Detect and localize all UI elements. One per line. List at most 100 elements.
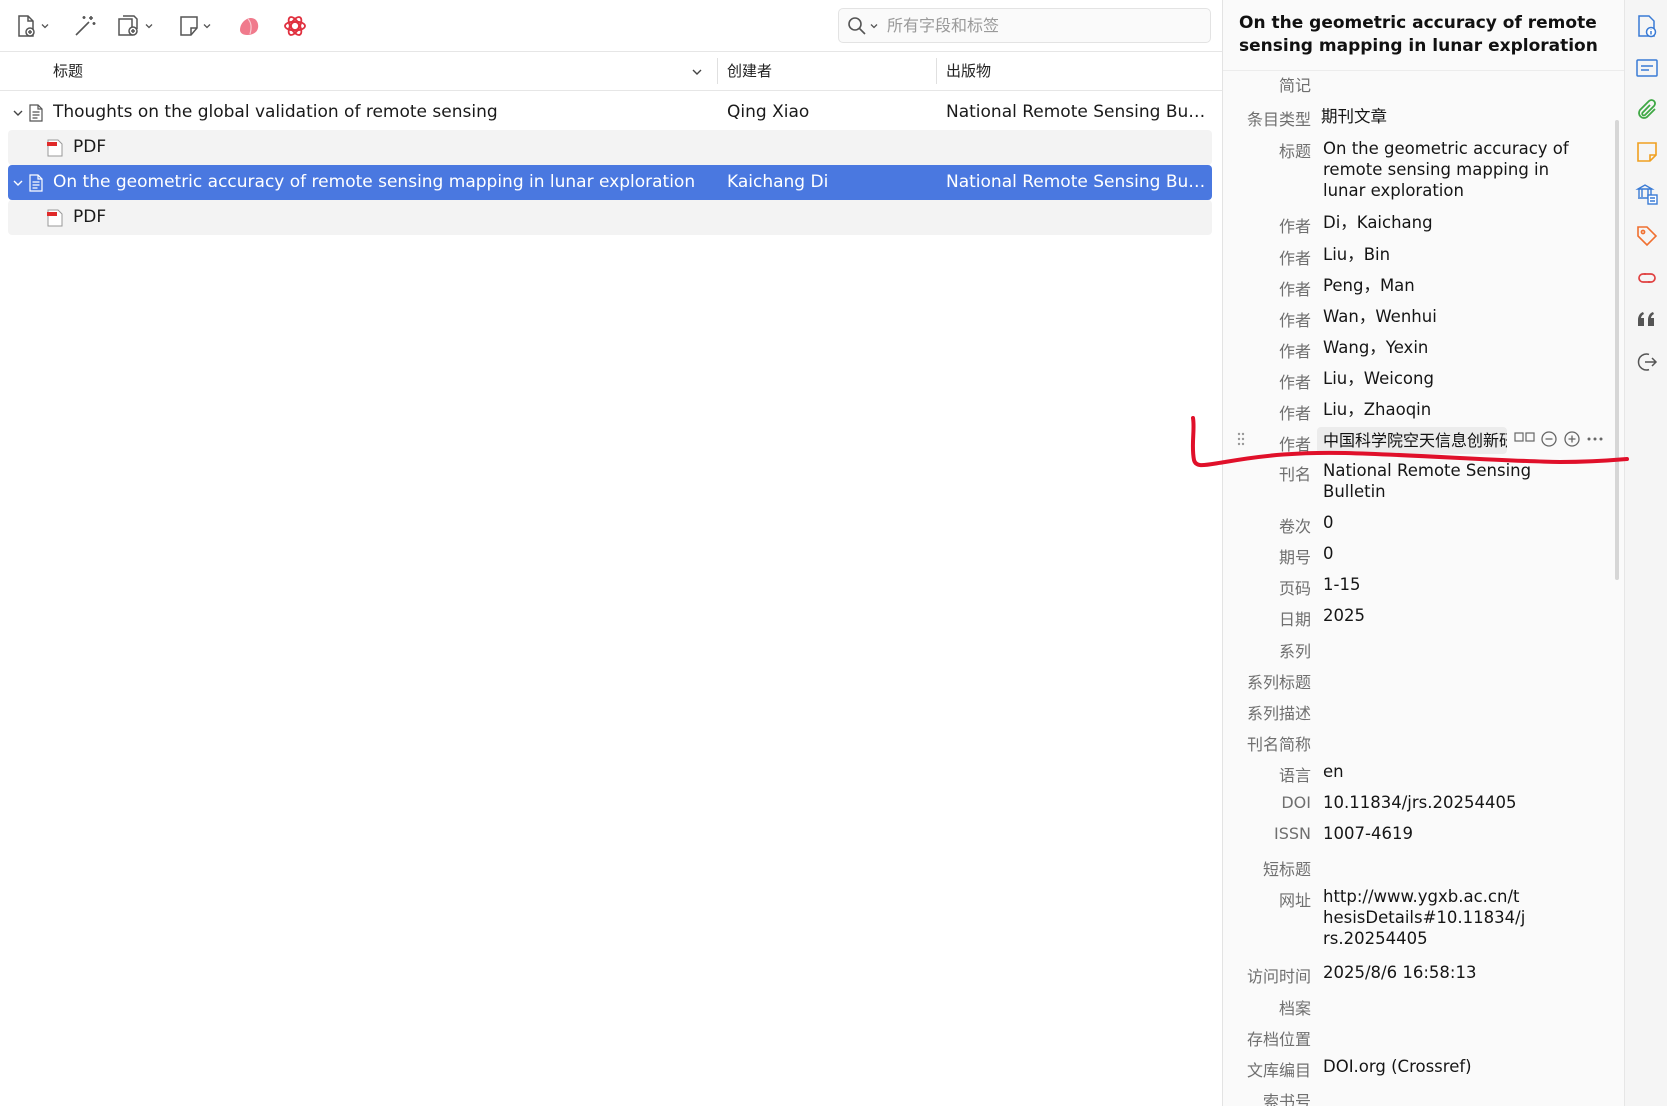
field-value-doi[interactable]: 10.11834/jrs.20254405 <box>1323 792 1578 813</box>
magic-wand-icon <box>75 16 96 36</box>
field-label-item-type: 条目类型 <box>1246 110 1311 129</box>
attachment-title: PDF <box>73 137 107 157</box>
libraries-collections-icon[interactable] <box>1635 182 1659 206</box>
field-label-series-title: 系列标题 <box>1246 673 1311 692</box>
column-creator[interactable]: 创建者 <box>727 52 772 90</box>
related-icon[interactable] <box>1635 266 1659 290</box>
field-value-language[interactable]: en <box>1323 761 1578 782</box>
field-label-journal-abbr: 刊名简称 <box>1246 735 1311 754</box>
field-label-series-text: 系列描述 <box>1246 704 1311 723</box>
table-row-selected[interactable]: On the geometric accuracy of remote sens… <box>8 165 1212 200</box>
pdf-file-icon <box>47 209 63 227</box>
column-title[interactable]: 标题 <box>53 52 83 90</box>
field-label-title: 标题 <box>1278 142 1311 161</box>
field-value-author[interactable]: Wang，Yexin <box>1323 337 1578 358</box>
item-title: On the geometric accuracy of remote sens… <box>53 172 696 192</box>
tags-icon[interactable] <box>1635 224 1659 248</box>
add-attachment-icon <box>118 15 138 36</box>
field-value-publication[interactable]: National Remote Sensing Bulletin <box>1323 460 1578 502</box>
field-label-author: 作者 <box>1278 342 1311 361</box>
field-label-author: 作者 <box>1278 435 1311 454</box>
chevron-down-icon <box>870 23 878 28</box>
item-pane-title: On the geometric accuracy of remote sens… <box>1239 13 1598 56</box>
field-label-issue: 期号 <box>1278 548 1311 567</box>
field-value-item-type[interactable]: 期刊文章 <box>1321 106 1576 127</box>
column-separator[interactable] <box>936 58 937 84</box>
field-label-author: 作者 <box>1278 404 1311 423</box>
author-edit-value[interactable]: 中国科学院空天信息创新研究院 <box>1323 430 1507 451</box>
field-label-short-title: 短标题 <box>1262 860 1311 879</box>
plugin-button-pink[interactable] <box>236 10 262 42</box>
zotero-window: 标题 创建者 出版物 Thoughts on the global valida… <box>0 0 1667 1106</box>
chevron-down-icon <box>41 24 49 29</box>
new-item-icon <box>18 15 35 37</box>
field-value-library-catalog[interactable]: DOI.org (Crossref) <box>1323 1056 1578 1077</box>
items-pane: 标题 创建者 出版物 Thoughts on the global valida… <box>0 0 1222 1106</box>
table-row[interactable]: Thoughts on the global validation of rem… <box>8 95 1212 130</box>
field-value-accessed[interactable]: 2025/8/6 16:58:13 <box>1323 962 1578 983</box>
field-label-language: 语言 <box>1278 766 1311 785</box>
field-label-author: 作者 <box>1278 373 1311 392</box>
column-publication[interactable]: 出版物 <box>946 52 991 90</box>
locate-icon[interactable] <box>1635 350 1659 374</box>
field-value-author[interactable]: Liu，Bin <box>1323 244 1578 265</box>
field-value-url[interactable]: http://www.ygxb.ac.cn/thesisDetails#10.1… <box>1323 886 1528 949</box>
swap-name-mode-icon[interactable] <box>1514 431 1536 443</box>
journal-article-icon <box>29 104 43 122</box>
items-tree: Thoughts on the global validation of rem… <box>8 95 1212 235</box>
field-value-author[interactable]: Liu，Zhaoqin <box>1323 399 1578 420</box>
field-label-pages: 页码 <box>1278 579 1311 598</box>
field-value-author[interactable]: Liu，Weicong <box>1323 368 1578 389</box>
column-separator[interactable] <box>717 58 718 84</box>
field-value-title[interactable]: On the geometric accuracy of remote sens… <box>1323 138 1578 201</box>
field-label-author: 作者 <box>1278 249 1311 268</box>
item-title: Thoughts on the global validation of rem… <box>53 102 498 122</box>
twisty-expanded-icon[interactable] <box>12 165 26 200</box>
attachments-icon[interactable] <box>1635 98 1659 122</box>
field-value-author[interactable]: Wan，Wenhui <box>1323 306 1578 327</box>
field-value-issue[interactable]: 0 <box>1323 543 1578 564</box>
field-label-author: 作者 <box>1278 311 1311 330</box>
plugin-button-gpt[interactable] <box>282 10 308 42</box>
field-value-issn[interactable]: 1007-4619 <box>1323 823 1578 844</box>
attachment-row[interactable]: PDF <box>8 200 1212 235</box>
search-input[interactable] <box>887 16 1187 35</box>
twisty-expanded-icon[interactable] <box>12 95 26 130</box>
field-label-issn: ISSN <box>1274 824 1311 843</box>
more-options-icon[interactable] <box>1587 437 1603 441</box>
item-creator: Qing Xiao <box>727 102 810 122</box>
attachment-row[interactable]: PDF <box>8 130 1212 165</box>
field-label-url: 网址 <box>1278 891 1311 910</box>
search-box[interactable] <box>838 8 1211 43</box>
new-note-button[interactable] <box>178 10 212 42</box>
field-label-archive-location: 存档位置 <box>1246 1030 1311 1049</box>
field-value-author[interactable]: Di，Kaichang <box>1323 212 1578 233</box>
info-icon[interactable] <box>1635 14 1659 38</box>
field-value-pages[interactable]: 1-15 <box>1323 574 1578 595</box>
add-by-identifier-button[interactable] <box>72 10 98 42</box>
drag-grip-icon[interactable] <box>1237 432 1245 446</box>
abstract-icon[interactable] <box>1635 56 1659 80</box>
citation-icon[interactable] <box>1635 308 1659 332</box>
item-pane: On the geometric accuracy of remote sens… <box>1223 0 1624 1106</box>
sort-chevron-icon[interactable] <box>691 66 703 78</box>
openai-icon <box>284 16 306 36</box>
search-icon[interactable] <box>847 16 879 36</box>
field-label-author: 作者 <box>1278 217 1311 236</box>
add-attachment-button[interactable] <box>116 10 154 42</box>
field-label-call-number: 索书号 <box>1262 1092 1311 1106</box>
item-publication: National Remote Sensing Bulle... <box>946 172 1208 192</box>
item-publication: National Remote Sensing Bulle... <box>946 102 1208 122</box>
scrollbar[interactable] <box>1615 120 1619 580</box>
field-label-date: 日期 <box>1278 610 1311 629</box>
field-value-author[interactable]: Peng，Man <box>1323 275 1578 296</box>
field-label-archive: 档案 <box>1278 999 1311 1018</box>
field-value-date[interactable]: 2025 <box>1323 605 1578 626</box>
add-creator-icon[interactable] <box>1564 431 1580 447</box>
field-label-volume: 卷次 <box>1278 517 1311 536</box>
notes-icon[interactable] <box>1635 140 1659 164</box>
journal-article-icon <box>29 174 43 192</box>
field-value-volume[interactable]: 0 <box>1323 512 1578 533</box>
remove-creator-icon[interactable] <box>1541 431 1557 447</box>
new-item-button[interactable] <box>14 10 50 42</box>
